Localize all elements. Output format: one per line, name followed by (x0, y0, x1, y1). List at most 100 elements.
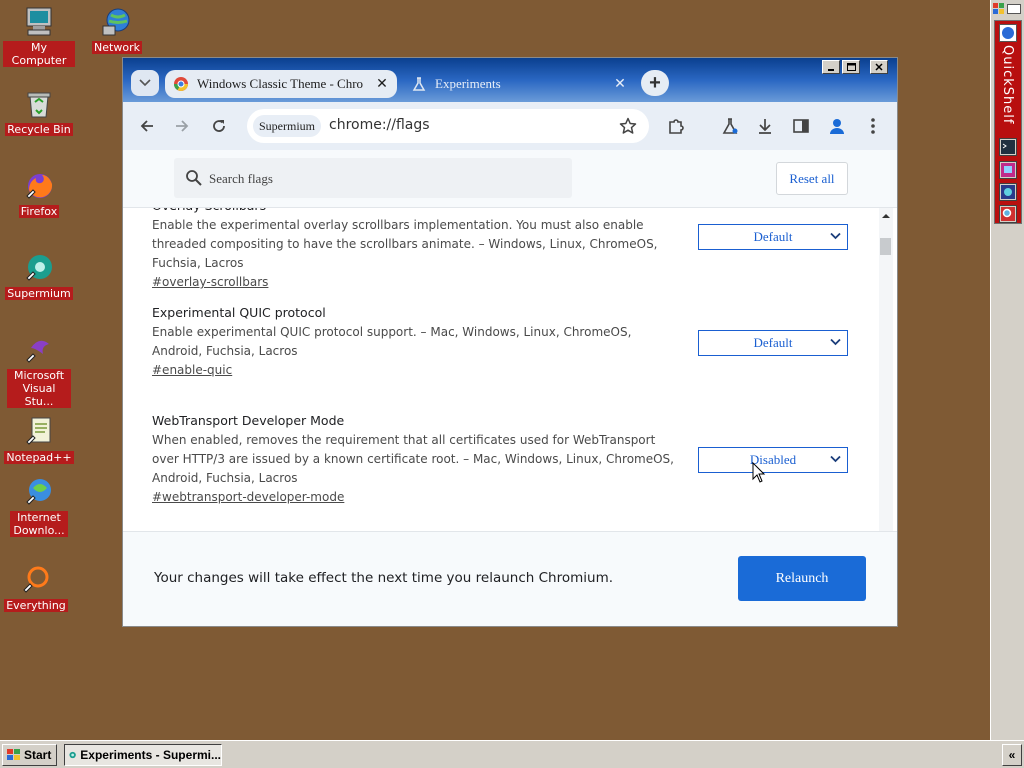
arrow-left-icon (140, 120, 153, 132)
close-icon (875, 63, 883, 71)
tab-close-button[interactable]: ✕ (613, 76, 627, 93)
desktop-icon-visual-studio[interactable]: Microsoft Visual Stu... (3, 334, 75, 408)
flag-description: When enabled, removes the requirement th… (152, 433, 674, 485)
search-tool-icon (1001, 207, 1015, 221)
search-icon (186, 170, 202, 186)
quickshelf-item-1[interactable] (999, 138, 1017, 156)
taskbar-item-label: Experiments - Supermi... (80, 748, 221, 762)
side-panel-icon (793, 119, 809, 133)
tab-search-button[interactable] (131, 70, 159, 96)
flag-anchor-link[interactable]: #enable-quic (152, 363, 232, 377)
puzzle-icon (669, 119, 684, 134)
tab-windows-classic-theme[interactable]: Windows Classic Theme - Chro ✕ (165, 70, 397, 98)
flag-state-select[interactable]: Disabled (698, 447, 848, 473)
flag-item-enable-quic: Experimental QUIC protocol Enable experi… (152, 305, 852, 377)
back-button[interactable] (135, 114, 159, 138)
tab-experiments[interactable]: Experiments ✕ (403, 69, 635, 99)
windows-logo-icon[interactable] (993, 3, 1005, 15)
desktop-icon-label: My Computer (3, 41, 75, 67)
url-text[interactable]: chrome://flags (329, 117, 430, 133)
address-bar[interactable]: Supermium chrome://flags (247, 109, 649, 143)
start-label: Start (24, 748, 52, 762)
forward-button[interactable] (170, 114, 194, 138)
kebab-menu-icon (871, 118, 875, 134)
flag-state-select[interactable]: Default (698, 224, 848, 250)
reload-button[interactable] (207, 114, 231, 138)
desktop-icon-recycle-bin[interactable]: Recycle Bin (3, 88, 75, 136)
flag-anchor-link[interactable]: #webtransport-developer-mode (152, 490, 344, 504)
flags-header: Search flags Reset all (123, 150, 897, 208)
chevron-down-icon (830, 455, 841, 463)
terminal-icon (1001, 140, 1015, 154)
tab-close-button[interactable]: ✕ (375, 76, 389, 93)
search-placeholder: Search flags (209, 171, 273, 186)
shelf-app-icon (1002, 27, 1014, 39)
quickshelf-header (993, 2, 1023, 16)
relaunch-message: Your changes will take effect the next t… (154, 570, 614, 586)
scroll-up-arrow-icon[interactable] (879, 210, 893, 222)
my-computer-icon (23, 6, 55, 38)
desktop-icon-network[interactable]: Network (81, 6, 153, 54)
chrome-favicon-icon (173, 76, 189, 92)
minimize-button[interactable] (822, 60, 840, 74)
quickshelf-item-3[interactable] (999, 183, 1017, 201)
quickshelf-item-2[interactable] (999, 161, 1017, 179)
quickshelf-app-icon[interactable] (999, 24, 1017, 42)
labs-button[interactable] (718, 114, 742, 138)
desktop-icon-firefox[interactable]: Firefox (3, 170, 75, 218)
start-button[interactable]: Start (2, 744, 57, 766)
reset-all-button[interactable]: Reset all (776, 162, 848, 195)
downloads-button[interactable] (753, 114, 777, 138)
mouse-cursor-icon (752, 462, 766, 483)
flag-description: Enable experimental QUIC protocol suppor… (152, 325, 632, 358)
relaunch-button[interactable]: Relaunch (738, 556, 866, 601)
tab-strip: Windows Classic Theme - Chro ✕ Experimen… (123, 58, 897, 106)
new-tab-button[interactable]: + (641, 70, 669, 96)
site-chip[interactable]: Supermium (253, 115, 321, 137)
flag-item-overlay-scrollbars: Overlay Scrollbars Enable the experiment… (152, 208, 852, 289)
network-icon (101, 6, 133, 38)
monitor-icon (1001, 163, 1015, 177)
tray-expand-button[interactable]: « (1002, 744, 1022, 766)
quickshelf-panel: QuickShelf (990, 0, 1024, 740)
extensions-button[interactable] (664, 114, 688, 138)
scrollbar-thumb[interactable] (880, 238, 891, 255)
flag-anchor-link[interactable]: #overlay-scrollbars (152, 275, 268, 289)
desktop-icon-my-computer[interactable]: My Computer (3, 6, 75, 67)
relaunch-bar: Your changes will take effect the next t… (123, 531, 897, 626)
select-value: Default (753, 335, 793, 350)
bookmark-star-button[interactable] (619, 117, 637, 138)
desktop-icon-supermium[interactable]: Supermium (3, 252, 75, 300)
chevron-down-icon (830, 338, 841, 346)
desktop-icon-notepad-plus-plus[interactable]: Notepad++ (3, 416, 75, 464)
flask-icon (722, 118, 738, 134)
taskbar-item-experiments[interactable]: Experiments - Supermi... (64, 744, 222, 766)
desktop-icon-label: Notepad++ (4, 451, 74, 464)
maximize-button[interactable] (842, 60, 860, 74)
desktop-icon-everything[interactable]: Everything (0, 564, 72, 612)
desktop-icon-label: Microsoft Visual Stu... (7, 369, 71, 408)
profile-button[interactable] (825, 114, 849, 138)
desktop-icon-label: Network (92, 41, 142, 54)
menu-button[interactable] (861, 114, 885, 138)
search-flags-input[interactable]: Search flags (174, 158, 572, 198)
side-panel-button[interactable] (789, 114, 813, 138)
flag-name: Experimental QUIC protocol (152, 305, 326, 320)
quickshelf-title: QuickShelf (1000, 45, 1015, 125)
quickshelf-item-4[interactable] (999, 205, 1017, 223)
tab-title: Windows Classic Theme - Chro (197, 76, 364, 91)
quickshelf-bar: QuickShelf (994, 20, 1022, 224)
profile-avatar-icon (830, 119, 844, 134)
desktop-icon-label: Recycle Bin (5, 123, 73, 136)
chevron-down-icon (139, 79, 151, 87)
flag-name: Overlay Scrollbars (152, 208, 852, 216)
desktop-icon-internet-download-manager[interactable]: Internet Downlo... (3, 476, 75, 537)
internet-download-manager-icon (23, 476, 55, 508)
flag-state-select[interactable]: Default (698, 330, 848, 356)
close-window-button[interactable] (870, 60, 888, 74)
quickshelf-divider (1007, 4, 1021, 14)
browser-toolbar: Supermium chrome://flags (123, 102, 897, 150)
visual-studio-icon (23, 334, 55, 366)
minimize-icon (828, 69, 834, 71)
vertical-scrollbar[interactable] (879, 208, 893, 531)
